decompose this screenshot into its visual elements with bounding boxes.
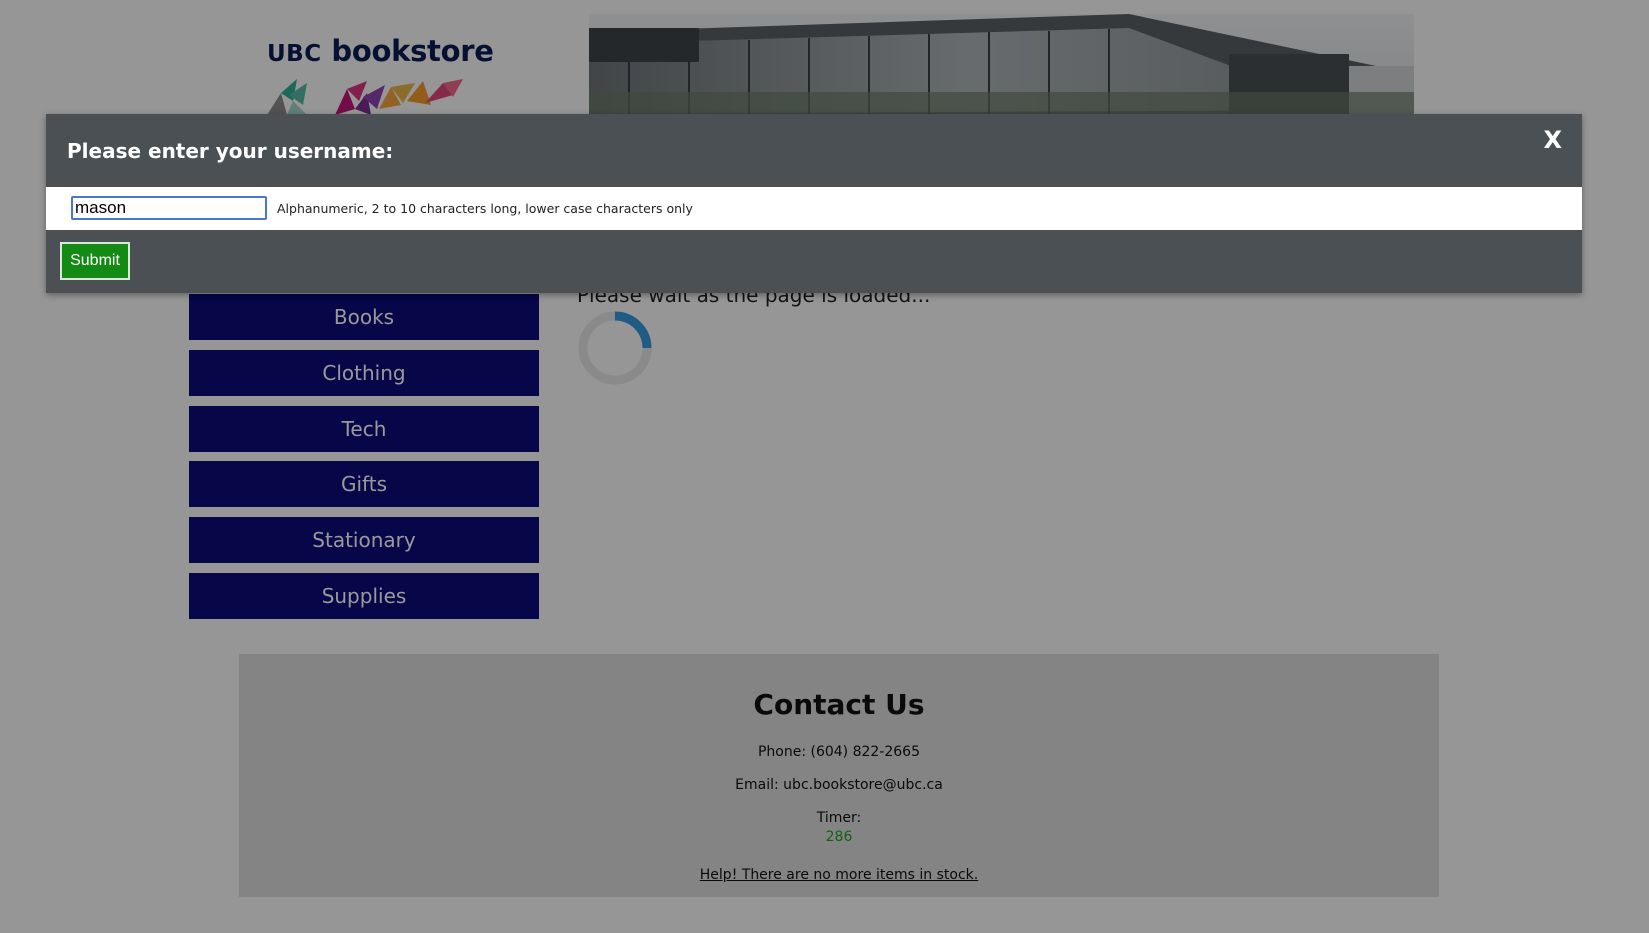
submit-button[interactable]: Submit [60,242,130,280]
page: UBC bookstore Books Clothing Tech Gifts … [0,0,1649,933]
username-modal: Please enter your username: X Alphanumer… [46,114,1582,293]
modal-close-button[interactable]: X [1543,126,1562,154]
username-input[interactable] [71,196,267,220]
modal-input-row: Alphanumeric, 2 to 10 characters long, l… [46,187,1582,230]
modal-title: Please enter your username: [67,139,394,163]
username-hint: Alphanumeric, 2 to 10 characters long, l… [277,201,693,216]
